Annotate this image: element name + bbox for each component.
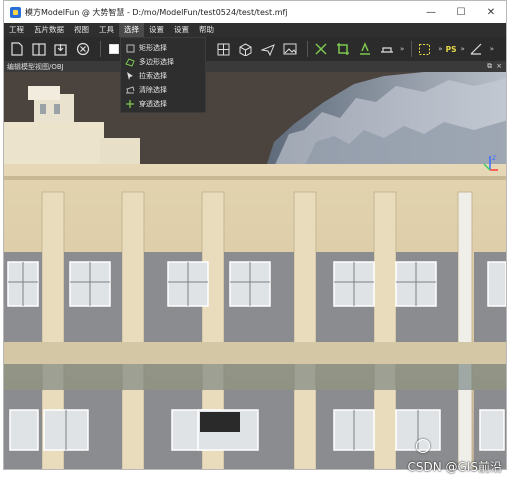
window-title: 模方ModelFun @ 大势智慧 - D:/mo/ModelFun/test0… — [25, 7, 288, 17]
toolbar-more-icon[interactable]: » — [400, 45, 404, 53]
app-logo-icon — [10, 6, 21, 18]
panel-title: 编辑模型视图/OBJ — [7, 62, 64, 71]
menu-select[interactable]: 选择 — [119, 23, 144, 37]
menu-item-label: 穿透选择 — [139, 100, 167, 108]
toolbar-more-icon-4[interactable]: » — [490, 45, 494, 53]
clear-select-icon — [125, 85, 135, 95]
crop-icon[interactable] — [334, 41, 351, 58]
toolbar-divider — [411, 41, 413, 57]
axis-gizmo-icon: Z — [483, 155, 498, 171]
photoshop-button[interactable]: PS — [446, 45, 457, 54]
model-viewport[interactable]: Z — [4, 72, 506, 469]
cut-icon[interactable] — [312, 41, 329, 58]
menu-item-label: 多边形选择 — [139, 58, 174, 66]
app-window: 模方ModelFun @ 大势智慧 - D:/mo/ModelFun/test0… — [3, 0, 507, 470]
menu-item-rectangle-select[interactable]: 矩形选择 — [121, 41, 205, 55]
toolbar-more-icon-3[interactable]: » — [461, 45, 465, 53]
watermark-icon — [416, 439, 430, 453]
menu-settings-2[interactable]: 设置 — [169, 23, 194, 37]
menu-item-label: 清除选择 — [139, 86, 167, 94]
dashed-select-icon[interactable] — [416, 41, 433, 58]
toolbar-divider — [100, 41, 101, 57]
close-button[interactable]: ✕ — [476, 1, 506, 23]
rectangle-select-icon — [125, 43, 135, 53]
flatten-icon[interactable] — [356, 41, 373, 58]
save-icon[interactable] — [52, 41, 69, 58]
minimize-button[interactable]: — — [416, 1, 446, 23]
panel-header: 编辑模型视图/OBJ ⧉ × — [4, 61, 506, 72]
menu-tools[interactable]: 工具 — [94, 23, 119, 37]
building-model-render — [4, 72, 506, 469]
menu-item-clear-select[interactable]: 清除选择 — [121, 83, 205, 97]
lasso-select-icon — [125, 71, 135, 81]
polygon-select-icon — [125, 57, 135, 67]
menu-tile-data[interactable]: 瓦片数据 — [29, 23, 69, 37]
menu-item-polygon-select[interactable]: 多边形选择 — [121, 55, 205, 69]
menu-item-lasso-select[interactable]: 拉索选择 — [121, 69, 205, 83]
menu-bar: 工程 瓦片数据 视图 工具 选择 设置 设置 帮助 — [4, 23, 506, 37]
panel-close-button[interactable]: × — [496, 62, 502, 71]
close-project-icon[interactable] — [74, 41, 91, 58]
panel-restore-button[interactable]: ⧉ — [487, 62, 492, 71]
panel-controls: ⧉ × — [487, 62, 506, 71]
select-menu-dropdown: 矩形选择 多边形选择 拉索选择 清除选择 穿透选择 — [120, 37, 206, 113]
menu-project[interactable]: 工程 — [4, 23, 29, 37]
toolbar: » » PS » » — [4, 37, 506, 61]
grid-icon[interactable] — [215, 41, 232, 58]
title-bar: 模方ModelFun @ 大势智慧 - D:/mo/ModelFun/test0… — [4, 1, 506, 23]
penetrate-select-icon — [125, 99, 135, 109]
menu-item-penetrate-select[interactable]: 穿透选择 — [121, 97, 205, 111]
measure-angle-icon[interactable] — [468, 41, 485, 58]
menu-help[interactable]: 帮助 — [194, 23, 219, 37]
plane-icon[interactable] — [259, 41, 276, 58]
new-file-icon[interactable] — [8, 41, 25, 58]
open-panel-icon[interactable] — [30, 41, 47, 58]
cube-icon[interactable] — [237, 41, 254, 58]
bridge-icon[interactable] — [378, 41, 395, 58]
image-icon[interactable] — [281, 41, 298, 58]
maximize-button[interactable]: ☐ — [446, 1, 476, 23]
menu-settings[interactable]: 设置 — [144, 23, 169, 37]
window-controls: — ☐ ✕ — [416, 1, 506, 23]
axis-z-label: Z — [492, 155, 496, 162]
toolbar-divider — [307, 41, 308, 57]
menu-view[interactable]: 视图 — [69, 23, 94, 37]
menu-item-label: 拉索选择 — [139, 72, 167, 80]
toolbar-more-icon-2[interactable]: » — [438, 45, 442, 53]
watermark-text: CSDN @GIS前沿 — [407, 460, 502, 474]
menu-item-label: 矩形选择 — [139, 44, 167, 52]
